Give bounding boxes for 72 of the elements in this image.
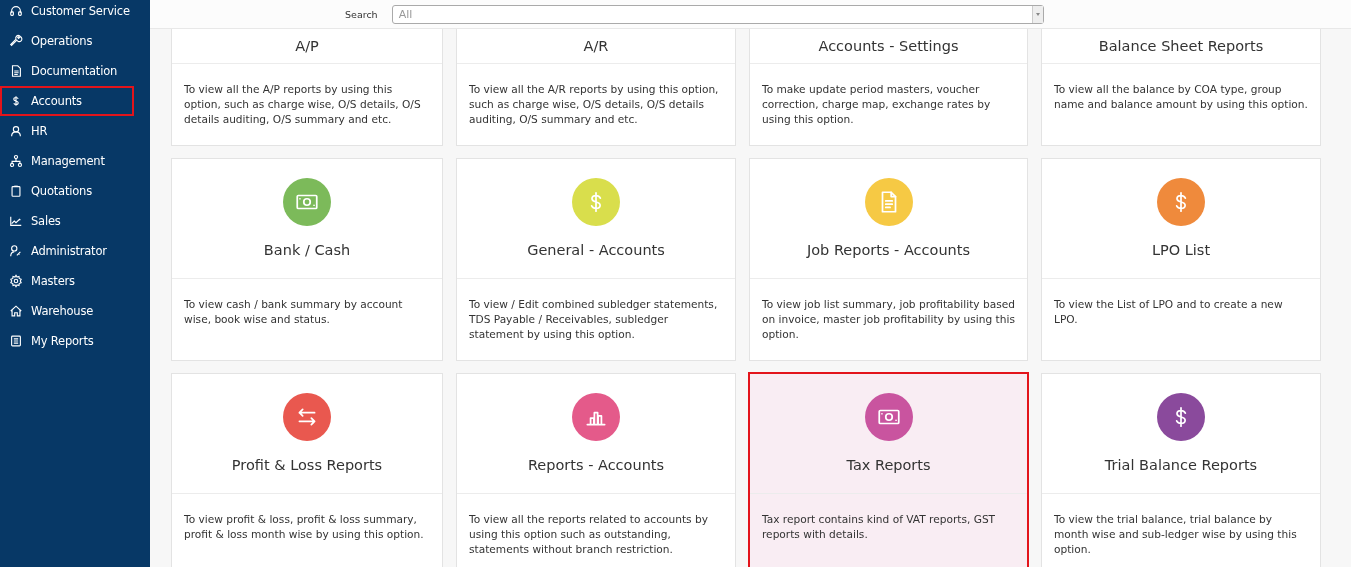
sidebar-item[interactable]: Documentation (0, 56, 134, 86)
sidebar-item-label: Quotations (31, 184, 92, 198)
card-description: To view cash / bank summary by account wise, book wise and status. (183, 297, 404, 327)
card-description: To view the trial balance, trial balance by month wise and sub-ledger wise by using this option. (1053, 512, 1298, 557)
report-card[interactable]: LPO List To view the List of LPO and to create a new LPO. (1041, 158, 1321, 361)
sidebar-item-label: My Reports (31, 334, 94, 348)
headset-icon (9, 4, 23, 18)
sidebar-item[interactable]: Sales (0, 206, 134, 236)
sidebar-item-label: Sales (31, 214, 61, 228)
card-description: To view job list summary, job profitability based on invoice, master job profitability by using this option. (761, 297, 1016, 342)
card-title: Profit & Loss Reports (231, 457, 383, 473)
report-card[interactable]: Bank / Cash To view cash / bank summary by account wise, book wise and status. (171, 158, 443, 361)
sidebar-item[interactable]: Accounts (0, 86, 134, 116)
sidebar-item[interactable]: Operations (0, 26, 134, 56)
sidebar-item-label: Administrator (31, 244, 107, 258)
card-title: Balance Sheet Reports (1098, 38, 1264, 54)
card-title: Trial Balance Reports (1104, 457, 1258, 473)
person-icon (9, 124, 23, 138)
sidebar-item[interactable]: My Reports (0, 326, 134, 356)
card-description: To view all the A/P reports by using this option, such as charge wise, O/S details, O/S details auditing, O/S summary and etc. (183, 82, 422, 127)
chart-icon (9, 214, 23, 228)
card-description: To view / Edit combined subledger statements, TDS Payable / Receivables, subledger statement by using this option. (468, 297, 719, 342)
card-title: Accounts - Settings (818, 38, 959, 54)
sidebar-item[interactable]: Quotations (0, 176, 134, 206)
report-card[interactable]: Job Reports - Accounts To view job list summary, job profitability based on invoice, master job profitability by using this option. (749, 158, 1028, 361)
card-description: Tax report contains kind of VAT reports, GST reports with details. (761, 512, 997, 542)
sidebar-item-label: Customer Service (31, 4, 130, 18)
card-title: Tax Reports (846, 457, 931, 473)
sidebar-item-label: Documentation (31, 64, 118, 78)
list-icon (9, 334, 23, 348)
wrench-icon (9, 34, 23, 48)
personkey-icon (9, 244, 23, 258)
hierarchy-icon (9, 154, 23, 168)
card-title: General - Accounts (527, 242, 665, 258)
sidebar-item[interactable]: Warehouse (0, 296, 134, 326)
clipboard-icon (9, 184, 23, 198)
report-card[interactable]: Trial Balance Reports To view the trial balance, trial balance by month wise and sub-ledger wise by using this option. (1041, 373, 1321, 567)
card-description: To view all the reports related to accounts by using this option such as outstanding, statements without branch restriction. (468, 512, 709, 557)
sidebar-item[interactable]: Administrator (0, 236, 134, 266)
card-description: To view all the A/R reports by using this option, such as charge wise, O/S details, O/S details auditing, O/S summary and etc. (468, 82, 720, 127)
sidebar-item-label: Management (31, 154, 105, 168)
card-title: LPO List (1151, 242, 1211, 258)
report-card[interactable]: Tax Reports Tax report contains kind of VAT reports, GST reports with details. (749, 373, 1028, 567)
report-card[interactable]: Reports - Accounts To view all the reports related to accounts by using this option such as outstanding, statements without branch restriction. (456, 373, 736, 567)
house-icon (9, 304, 23, 318)
card-description: To make update period masters, voucher correction, charge map, exchange rates by using this option. (761, 82, 992, 127)
card-title: A/R (583, 38, 609, 54)
sidebar-item-label: Accounts (31, 94, 82, 108)
card-description: To view the List of LPO and to create a new LPO. (1053, 297, 1284, 327)
sidebar-item[interactable]: Management (0, 146, 134, 176)
card-title: Reports - Accounts (527, 457, 665, 473)
card-title: Bank / Cash (263, 242, 351, 258)
card-description: To view all the balance by COA type, group name and balance amount by using this option. (1053, 82, 1309, 112)
sidebar-item-label: HR (31, 124, 48, 138)
card-description: To view profit & loss, profit & loss summary, profit & loss month wise by using this option. (183, 512, 425, 542)
gear-icon (9, 274, 23, 288)
report-card[interactable]: A/R To view all the A/R reports by using this option, such as charge wise, O/S details, O/S details auditing, O/S summary and etc. (456, 29, 736, 146)
card-title: Job Reports - Accounts (806, 242, 971, 258)
sidebar-item-label: Masters (31, 274, 75, 288)
report-card[interactable]: General - Accounts To view / Edit combined subledger statements, TDS Payable / Receivables, subledger statement by using this option. (456, 158, 736, 361)
document-icon (9, 64, 23, 78)
report-card[interactable]: A/P To view all the A/P reports by using this option, such as charge wise, O/S details, O/S details auditing, O/S summary and etc. (171, 29, 443, 146)
sidebar-item[interactable]: Customer Service (0, 0, 134, 26)
report-card[interactable]: Balance Sheet Reports To view all the balance by COA type, group name and balance amount by using this option. (1041, 29, 1321, 146)
report-card[interactable]: Accounts - Settings To make update period masters, voucher correction, charge map, exchange rates by using this option. (749, 29, 1028, 146)
card-title: A/P (295, 38, 319, 54)
sidebar-item[interactable]: HR (0, 116, 134, 146)
sidebar-item-label: Operations (31, 34, 93, 48)
search-label: Search (345, 8, 378, 20)
sidebar-item-label: Warehouse (31, 304, 94, 318)
sidebar-item[interactable]: Masters (0, 266, 134, 296)
report-card[interactable]: Profit & Loss Reports To view profit & loss, profit & loss summary, profit & loss month wise by using this option. (171, 373, 443, 567)
